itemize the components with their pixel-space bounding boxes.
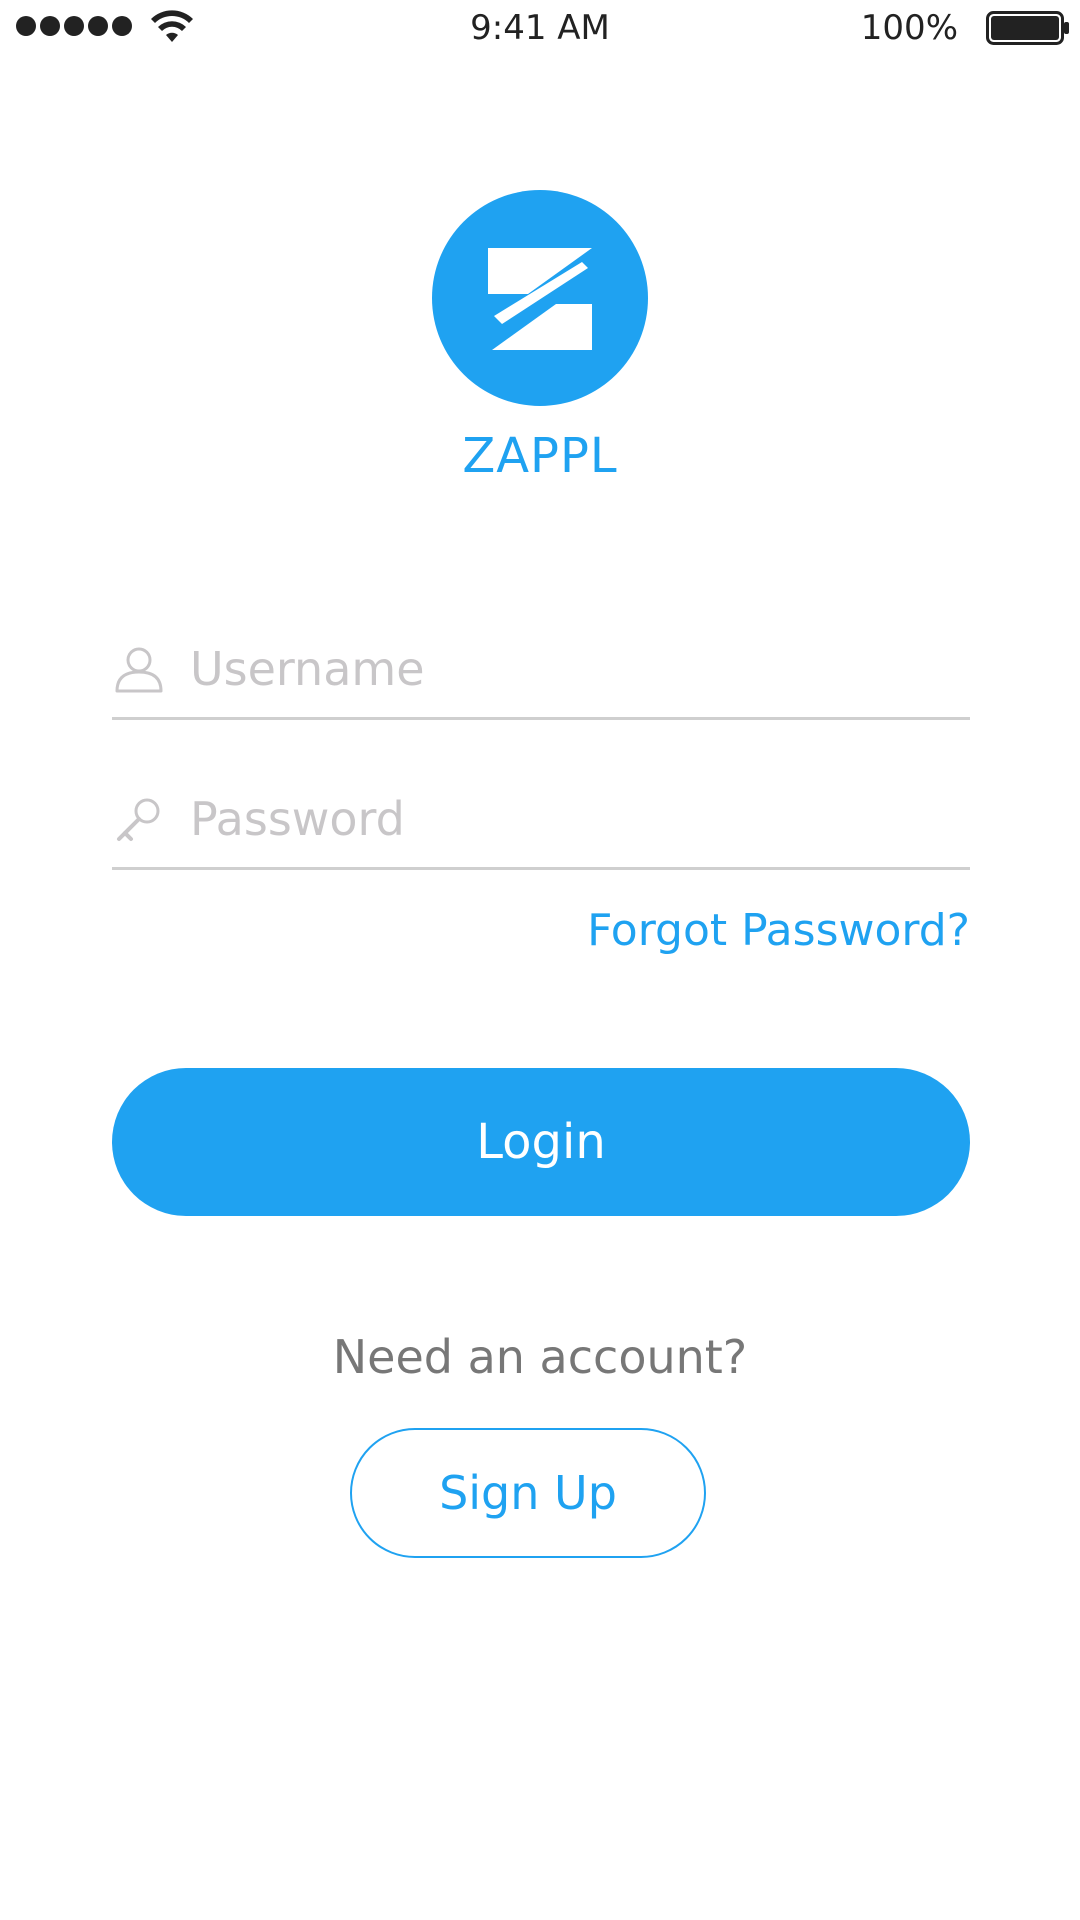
z-logo-icon (488, 248, 592, 350)
login-screen: 9:41 AM 100% ZAPPL Forgot Pa (0, 0, 1080, 1920)
user-icon (115, 647, 163, 693)
battery-icon (986, 11, 1069, 45)
username-input[interactable] (190, 634, 950, 704)
key-icon (117, 798, 160, 841)
login-button[interactable]: Login (112, 1068, 970, 1216)
app-logo (432, 190, 648, 406)
app-name: ZAPPL (462, 428, 618, 484)
sign-up-button[interactable]: Sign Up (350, 1428, 706, 1558)
username-field (112, 620, 970, 720)
battery-percentage: 100% (860, 8, 958, 48)
status-bar: 9:41 AM 100% (0, 0, 1080, 58)
password-field (112, 770, 970, 870)
password-input[interactable] (190, 784, 950, 854)
forgot-password-link[interactable]: Forgot Password? (587, 905, 970, 956)
need-account-prompt: Need an account? (332, 1330, 748, 1384)
